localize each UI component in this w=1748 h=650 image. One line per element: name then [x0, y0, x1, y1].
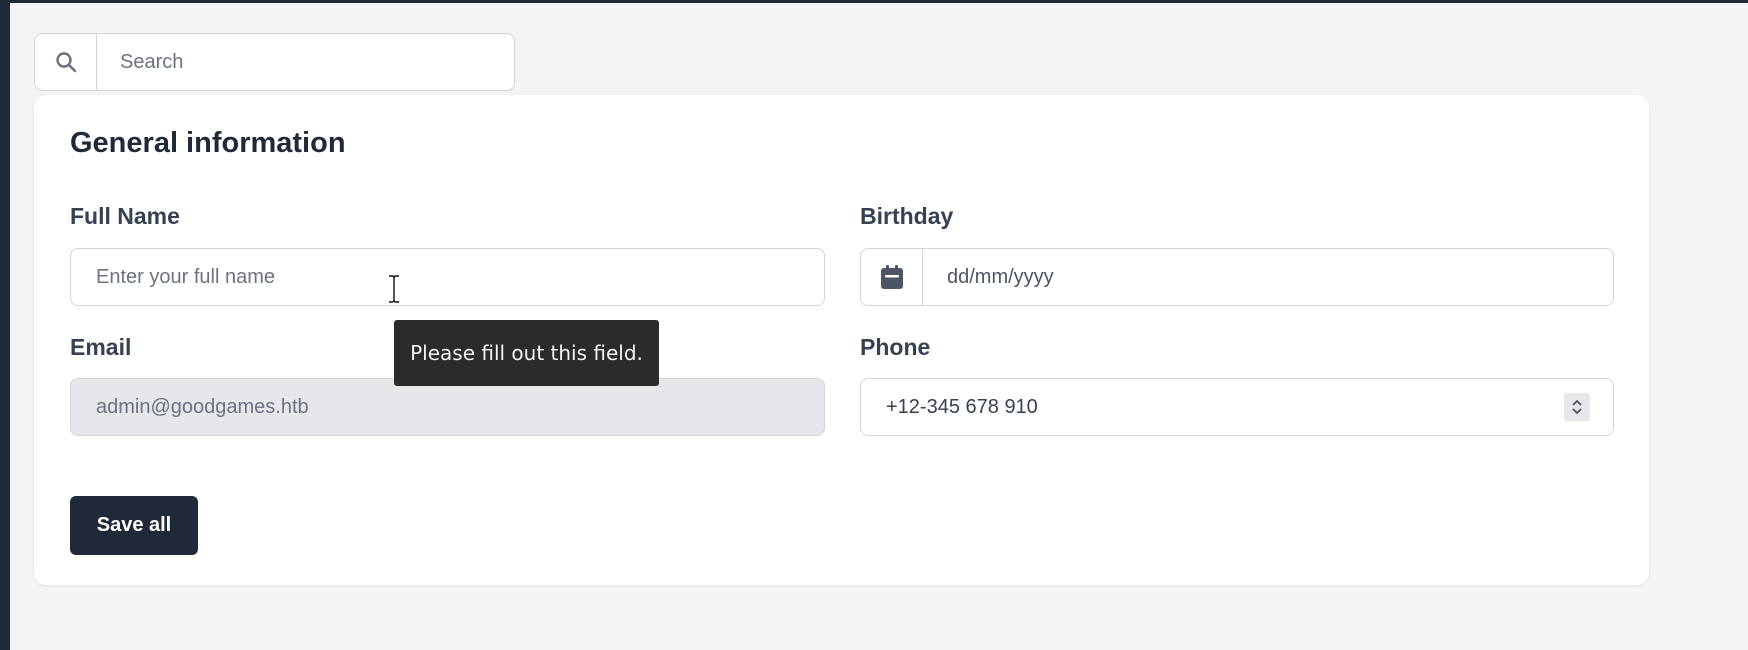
search-input[interactable]: [97, 34, 514, 90]
search-icon-svg: [55, 52, 76, 73]
text-cursor-icon: [389, 275, 399, 303]
email-label: Email: [70, 334, 132, 360]
birthday-input[interactable]: [923, 249, 1613, 305]
birthday-label: Birthday: [860, 203, 954, 229]
email-input: [70, 378, 825, 436]
full-name-label: Full Name: [70, 203, 180, 229]
phone-stepper[interactable]: [1564, 393, 1590, 421]
calendar-icon[interactable]: [861, 249, 923, 305]
phone-field: [860, 378, 1614, 436]
window-left-edge: [0, 0, 10, 650]
phone-input[interactable]: [860, 378, 1614, 436]
phone-label: Phone: [860, 334, 931, 360]
search-icon[interactable]: [35, 34, 97, 90]
window-top-edge: [0, 0, 1748, 3]
validation-tooltip: Please fill out this field.: [394, 320, 659, 386]
full-name-input[interactable]: [70, 248, 825, 306]
card-title: General information: [70, 127, 346, 159]
birthday-field: [860, 248, 1614, 306]
up-down-chevron-icon: [1572, 399, 1582, 415]
save-all-button[interactable]: Save all: [70, 496, 198, 555]
calendar-icon-svg: [880, 265, 903, 289]
general-information-card: General information Full Name Birthday E…: [34, 95, 1649, 585]
search-bar: [34, 33, 515, 91]
